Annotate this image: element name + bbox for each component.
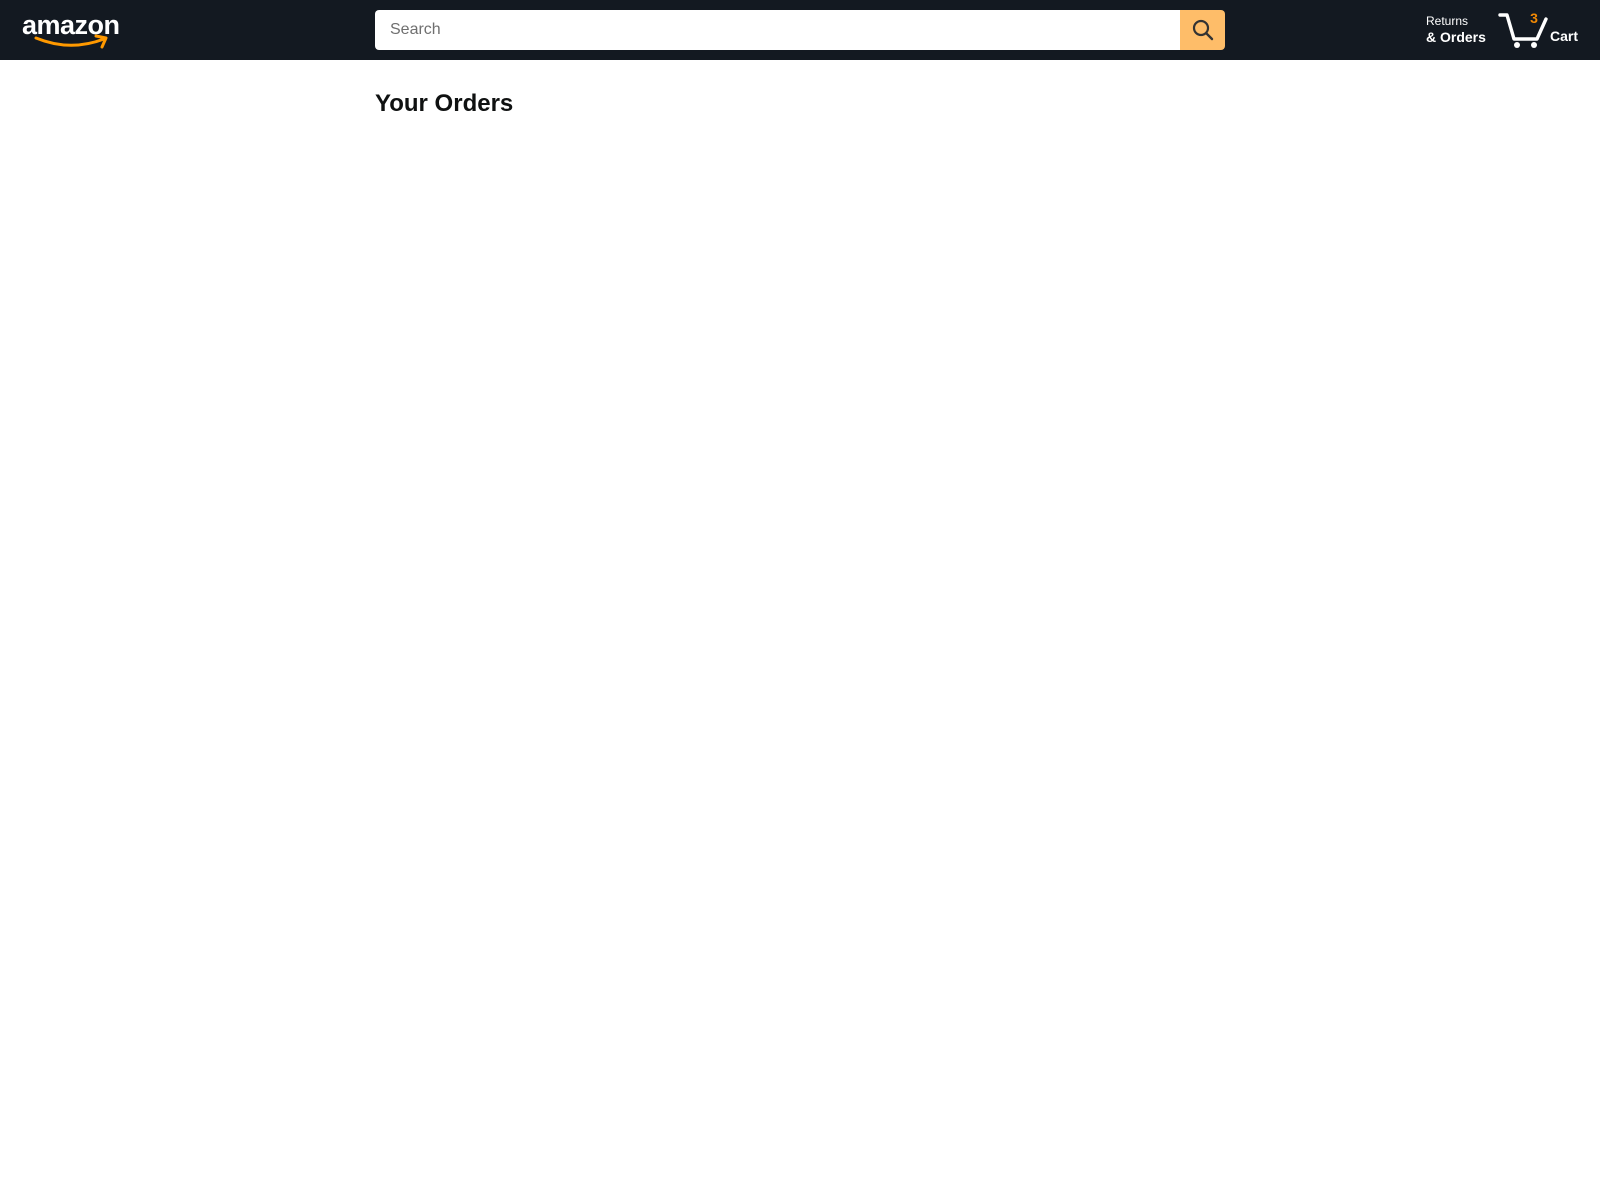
returns-orders-link[interactable]: Returns & Orders [1426,13,1486,45]
page-title: Your Orders [375,90,514,117]
cart-link[interactable]: 3 Cart [1498,8,1586,52]
top-navbar: amazon Returns & Orders 3 Cart [0,0,1600,60]
search-icon [1192,19,1213,41]
search-input[interactable] [375,10,1180,50]
returns-label: Returns [1426,14,1469,28]
orders-label: & Orders [1426,29,1486,45]
search-button[interactable] [1180,10,1225,50]
cart-count-badge: 3 [1530,10,1538,26]
cart-label: Cart [1550,28,1579,44]
amazon-logo[interactable]: amazon [22,8,126,49]
search-bar [375,10,1225,50]
smile-arrow-icon [34,34,108,49]
